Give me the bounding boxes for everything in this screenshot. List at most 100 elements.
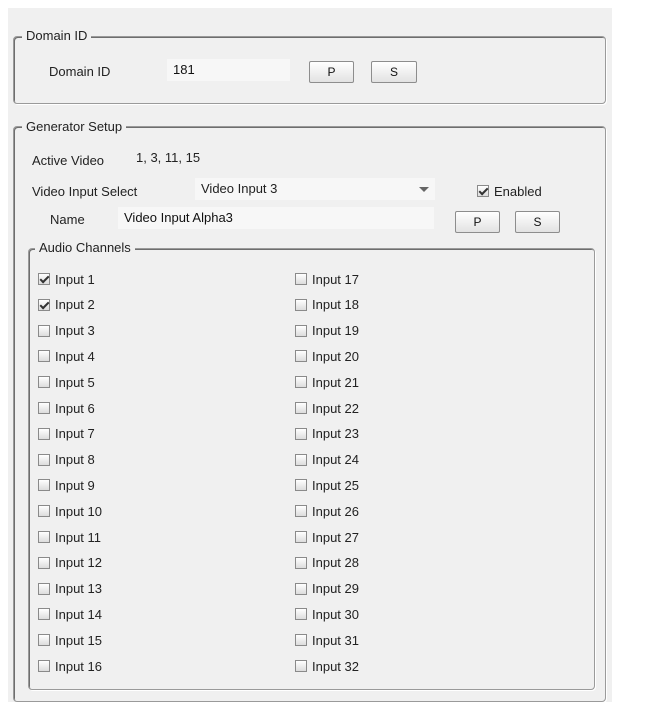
audio-input-checkbox[interactable]: Input 27 <box>295 528 359 546</box>
audio-input-label: Input 28 <box>312 555 359 571</box>
audio-input-checkbox[interactable]: Input 14 <box>38 605 102 623</box>
domain-id-label: Domain ID <box>49 64 111 79</box>
audio-input-checkbox[interactable]: Input 24 <box>295 451 359 469</box>
audio-input-label: Input 29 <box>312 581 359 597</box>
name-label: Name <box>50 212 85 227</box>
generator-s-button[interactable]: S <box>515 211 560 233</box>
audio-input-label: Input 26 <box>312 503 359 519</box>
audio-input-label: Input 24 <box>312 452 359 468</box>
audio-input-checkbox-box[interactable] <box>38 273 50 285</box>
audio-input-checkbox-box[interactable] <box>295 427 307 440</box>
video-input-select[interactable]: Video Input 3 <box>195 178 435 200</box>
audio-input-checkbox[interactable]: Input 20 <box>295 347 359 365</box>
audio-input-checkbox-box[interactable] <box>295 531 307 543</box>
audio-input-checkbox-box[interactable] <box>295 479 307 492</box>
audio-input-checkbox[interactable]: Input 1 <box>38 270 95 288</box>
audio-input-label: Input 18 <box>312 297 359 313</box>
audio-input-label: Input 27 <box>312 529 359 545</box>
audio-input-checkbox-box[interactable] <box>295 505 307 518</box>
audio-input-checkbox-box[interactable] <box>295 324 307 337</box>
enabled-checkbox[interactable]: Enabled <box>477 182 542 200</box>
audio-input-checkbox[interactable]: Input 23 <box>295 425 359 443</box>
audio-input-checkbox[interactable]: Input 26 <box>295 502 359 520</box>
audio-input-checkbox-box[interactable] <box>38 660 50 672</box>
audio-input-label: Input 4 <box>55 348 95 364</box>
audio-input-checkbox[interactable]: Input 16 <box>38 657 102 675</box>
audio-input-label: Input 1 <box>55 271 95 287</box>
audio-input-checkbox-box[interactable] <box>38 324 50 337</box>
audio-input-checkbox-box[interactable] <box>38 453 50 466</box>
audio-input-checkbox-box[interactable] <box>38 556 50 569</box>
audio-input-label: Input 9 <box>55 477 95 493</box>
audio-input-checkbox-box[interactable] <box>295 453 307 466</box>
audio-input-checkbox-box[interactable] <box>295 402 307 414</box>
audio-input-checkbox[interactable]: Input 18 <box>295 296 359 314</box>
audio-input-label: Input 8 <box>55 452 95 468</box>
audio-input-checkbox[interactable]: Input 3 <box>38 322 95 340</box>
audio-input-checkbox-box[interactable] <box>295 556 307 569</box>
audio-input-checkbox-box[interactable] <box>295 298 307 311</box>
audio-input-label: Input 14 <box>55 606 102 622</box>
audio-input-label: Input 10 <box>55 503 102 519</box>
name-field[interactable]: Video Input Alpha3 <box>118 207 434 229</box>
audio-input-checkbox[interactable]: Input 7 <box>38 425 95 443</box>
audio-input-checkbox[interactable]: Input 28 <box>295 554 359 572</box>
audio-input-checkbox-box[interactable] <box>295 634 307 647</box>
audio-input-checkbox-box[interactable] <box>38 479 50 492</box>
audio-input-checkbox[interactable]: Input 5 <box>38 373 95 391</box>
domain-id-p-button[interactable]: P <box>309 61 354 83</box>
audio-input-label: Input 13 <box>55 581 102 597</box>
audio-input-checkbox-box[interactable] <box>38 634 50 647</box>
audio-input-checkbox[interactable]: Input 2 <box>38 296 95 314</box>
audio-input-checkbox[interactable]: Input 32 <box>295 657 359 675</box>
audio-input-label: Input 23 <box>312 426 359 442</box>
audio-input-checkbox-box[interactable] <box>38 402 50 414</box>
audio-input-label: Input 15 <box>55 632 102 648</box>
audio-input-checkbox-box[interactable] <box>38 350 50 363</box>
audio-input-label: Input 31 <box>312 632 359 648</box>
domain-id-field[interactable]: 181 <box>167 59 290 81</box>
audio-input-checkbox-box[interactable] <box>38 376 50 389</box>
audio-input-label: Input 17 <box>312 271 359 287</box>
audio-input-checkbox-box[interactable] <box>38 582 50 595</box>
audio-input-checkbox-box[interactable] <box>295 660 307 672</box>
audio-input-checkbox[interactable]: Input 30 <box>295 605 359 623</box>
chevron-down-icon[interactable] <box>419 187 429 192</box>
audio-input-checkbox-box[interactable] <box>295 376 307 389</box>
audio-input-checkbox-box[interactable] <box>295 582 307 595</box>
domain-id-s-button[interactable]: S <box>371 61 417 83</box>
audio-input-checkbox[interactable]: Input 21 <box>295 373 359 391</box>
audio-input-label: Input 5 <box>55 374 95 390</box>
audio-input-checkbox-box[interactable] <box>38 608 50 621</box>
enabled-checkbox-box[interactable] <box>477 185 489 197</box>
audio-input-checkbox[interactable]: Input 8 <box>38 451 95 469</box>
audio-input-checkbox-box[interactable] <box>295 608 307 621</box>
audio-input-label: Input 22 <box>312 400 359 416</box>
audio-input-checkbox[interactable]: Input 17 <box>295 270 359 288</box>
audio-input-checkbox[interactable]: Input 15 <box>38 631 102 649</box>
audio-input-checkbox[interactable]: Input 13 <box>38 580 102 598</box>
audio-input-checkbox[interactable]: Input 10 <box>38 502 102 520</box>
audio-input-checkbox[interactable]: Input 19 <box>295 322 359 340</box>
audio-input-checkbox-box[interactable] <box>295 350 307 363</box>
video-input-select-label: Video Input Select <box>32 184 138 199</box>
audio-input-checkbox[interactable]: Input 25 <box>295 476 359 494</box>
audio-input-checkbox[interactable]: Input 31 <box>295 631 359 649</box>
audio-input-label: Input 32 <box>312 658 359 674</box>
audio-input-checkbox[interactable]: Input 6 <box>38 399 95 417</box>
audio-input-checkbox-box[interactable] <box>295 273 307 285</box>
audio-input-checkbox[interactable]: Input 11 <box>38 528 101 546</box>
audio-input-checkbox-box[interactable] <box>38 427 50 440</box>
audio-input-checkbox[interactable]: Input 4 <box>38 347 95 365</box>
audio-input-label: Input 20 <box>312 348 359 364</box>
audio-input-checkbox[interactable]: Input 9 <box>38 476 95 494</box>
audio-input-label: Input 11 <box>55 529 102 545</box>
generator-p-button[interactable]: P <box>455 211 500 233</box>
audio-input-checkbox-box[interactable] <box>38 531 50 543</box>
audio-input-checkbox[interactable]: Input 12 <box>38 554 102 572</box>
audio-input-checkbox[interactable]: Input 29 <box>295 580 359 598</box>
audio-input-checkbox-box[interactable] <box>38 298 50 311</box>
audio-input-label: Input 2 <box>55 297 95 313</box>
audio-input-checkbox-box[interactable] <box>38 505 50 518</box>
audio-input-checkbox[interactable]: Input 22 <box>295 399 359 417</box>
